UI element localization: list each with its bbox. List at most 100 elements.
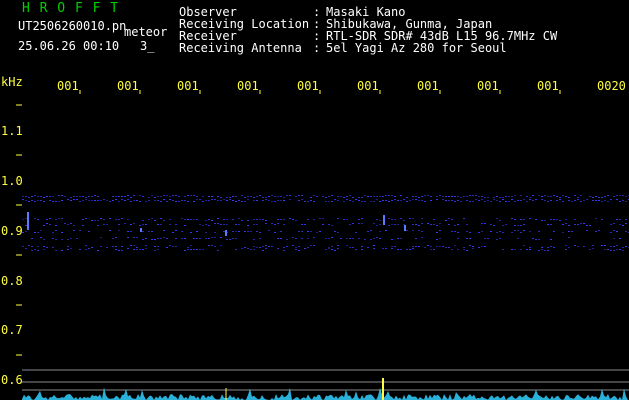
spectrum-dot bbox=[175, 201, 177, 202]
spectrum-dot bbox=[451, 196, 453, 197]
spectrum-dot bbox=[199, 224, 201, 225]
spectrum-dot bbox=[481, 223, 483, 224]
spectrum-dot bbox=[154, 200, 156, 201]
spectrum-dot bbox=[109, 201, 111, 202]
spectrum-dot bbox=[190, 232, 192, 233]
spectrum-dot bbox=[580, 223, 582, 224]
spectrum-dot bbox=[22, 199, 24, 200]
spectrum-dot bbox=[193, 238, 195, 239]
spectrum-dot bbox=[43, 239, 45, 240]
spectrum-dot bbox=[94, 200, 96, 201]
spectrum-dot bbox=[598, 200, 600, 201]
spectrum-dot bbox=[196, 199, 198, 200]
spectrum-dot bbox=[298, 195, 300, 196]
spectrum-dot bbox=[505, 196, 507, 197]
spectrum-dot bbox=[247, 248, 249, 249]
spectrum-dot bbox=[199, 249, 201, 250]
spectrum-dot bbox=[61, 250, 63, 251]
spectrum-dot bbox=[577, 224, 579, 225]
spectrum-dot bbox=[217, 196, 219, 197]
spectrum-dot bbox=[85, 197, 87, 198]
spectrum-dot bbox=[514, 225, 516, 226]
spectrum-dot bbox=[139, 201, 141, 202]
spectrum-dot bbox=[289, 218, 291, 219]
spectrum-dot bbox=[418, 230, 420, 231]
spectrum-dot bbox=[415, 238, 417, 239]
spectrum-dot bbox=[40, 200, 42, 201]
spectrum-dot bbox=[436, 246, 438, 247]
spectrum-dot bbox=[373, 238, 375, 239]
spectrum-dot bbox=[391, 219, 393, 220]
spectrum-dot bbox=[115, 199, 117, 200]
spectrum-dot bbox=[559, 220, 561, 221]
spectrum-dot bbox=[58, 201, 60, 202]
spectrum-dot bbox=[136, 237, 138, 238]
spectrum-dot bbox=[490, 201, 492, 202]
spectrum-dot bbox=[496, 232, 498, 233]
spectrum-dot bbox=[22, 219, 24, 220]
spectrum-dot bbox=[418, 197, 420, 198]
spectrum-dot bbox=[82, 225, 84, 226]
spectrum-dot bbox=[367, 247, 369, 248]
spectrum-dot bbox=[445, 196, 447, 197]
spectrum-dot bbox=[604, 196, 606, 197]
spectrum-dot bbox=[208, 238, 210, 239]
spectrum-dot bbox=[265, 220, 267, 221]
spectrum-dot bbox=[274, 196, 276, 197]
spectrum-dot bbox=[211, 220, 213, 221]
spectrum-dot bbox=[331, 195, 333, 196]
spectrum-dot bbox=[541, 220, 543, 221]
spectrum-dot bbox=[118, 219, 120, 220]
spectrum-dot bbox=[145, 245, 147, 246]
spectrum-dot bbox=[133, 223, 135, 224]
spectrum-dot bbox=[331, 237, 333, 238]
spectrum-dot bbox=[310, 197, 312, 198]
spectrum-dot bbox=[301, 195, 303, 196]
spectrum-dot bbox=[295, 196, 297, 197]
spectrum-dot bbox=[337, 232, 339, 233]
spectrum-dot bbox=[397, 238, 399, 239]
spectrum-dot bbox=[142, 196, 144, 197]
spectrum-dot bbox=[184, 250, 186, 251]
spectrum-dot bbox=[586, 230, 588, 231]
spectrum-dot bbox=[478, 247, 480, 248]
spectrum-dot bbox=[361, 223, 363, 224]
spectrum-dot bbox=[205, 200, 207, 201]
spectrum-dot bbox=[103, 219, 105, 220]
spectrum-dot bbox=[178, 201, 180, 202]
spectrum-dot bbox=[247, 199, 249, 200]
spectrum-dot bbox=[577, 246, 579, 247]
spectrum-dot bbox=[514, 201, 516, 202]
spectrum-dot bbox=[520, 232, 522, 233]
spectrum-dot bbox=[163, 230, 165, 231]
spectrum-dot bbox=[454, 201, 456, 202]
spectrum-dot bbox=[61, 200, 63, 201]
spectrum-dot bbox=[538, 231, 540, 232]
spectrum-dot bbox=[307, 231, 309, 232]
spectrum-dot bbox=[358, 219, 360, 220]
spectrum-dot bbox=[436, 196, 438, 197]
spectrum-dot bbox=[625, 219, 627, 220]
spectrum-dot bbox=[361, 249, 363, 250]
spectrum-dot bbox=[244, 201, 246, 202]
spectrum-dot bbox=[457, 249, 459, 250]
spectrum-dot bbox=[130, 201, 132, 202]
spectrum-dot bbox=[553, 219, 555, 220]
spectrum-dot bbox=[403, 199, 405, 200]
spectrum-dot bbox=[115, 219, 117, 220]
spectrum-dot bbox=[85, 249, 87, 250]
spectrum-dot bbox=[28, 197, 30, 198]
spectrum-dot bbox=[271, 223, 273, 224]
spectrum-dot bbox=[238, 224, 240, 225]
spectrum-dot bbox=[22, 246, 24, 247]
spectrum-dot bbox=[601, 201, 603, 202]
spectrum-dot bbox=[70, 238, 72, 239]
spectrum-dot bbox=[352, 197, 354, 198]
spectrum-dot bbox=[73, 199, 75, 200]
spectrum-dot bbox=[310, 231, 312, 232]
spectrum-dot bbox=[73, 196, 75, 197]
spectrum-dot bbox=[475, 199, 477, 200]
spectrum-dot bbox=[64, 223, 66, 224]
spectrum-dot bbox=[115, 249, 117, 250]
spectrum-dot bbox=[136, 200, 138, 201]
